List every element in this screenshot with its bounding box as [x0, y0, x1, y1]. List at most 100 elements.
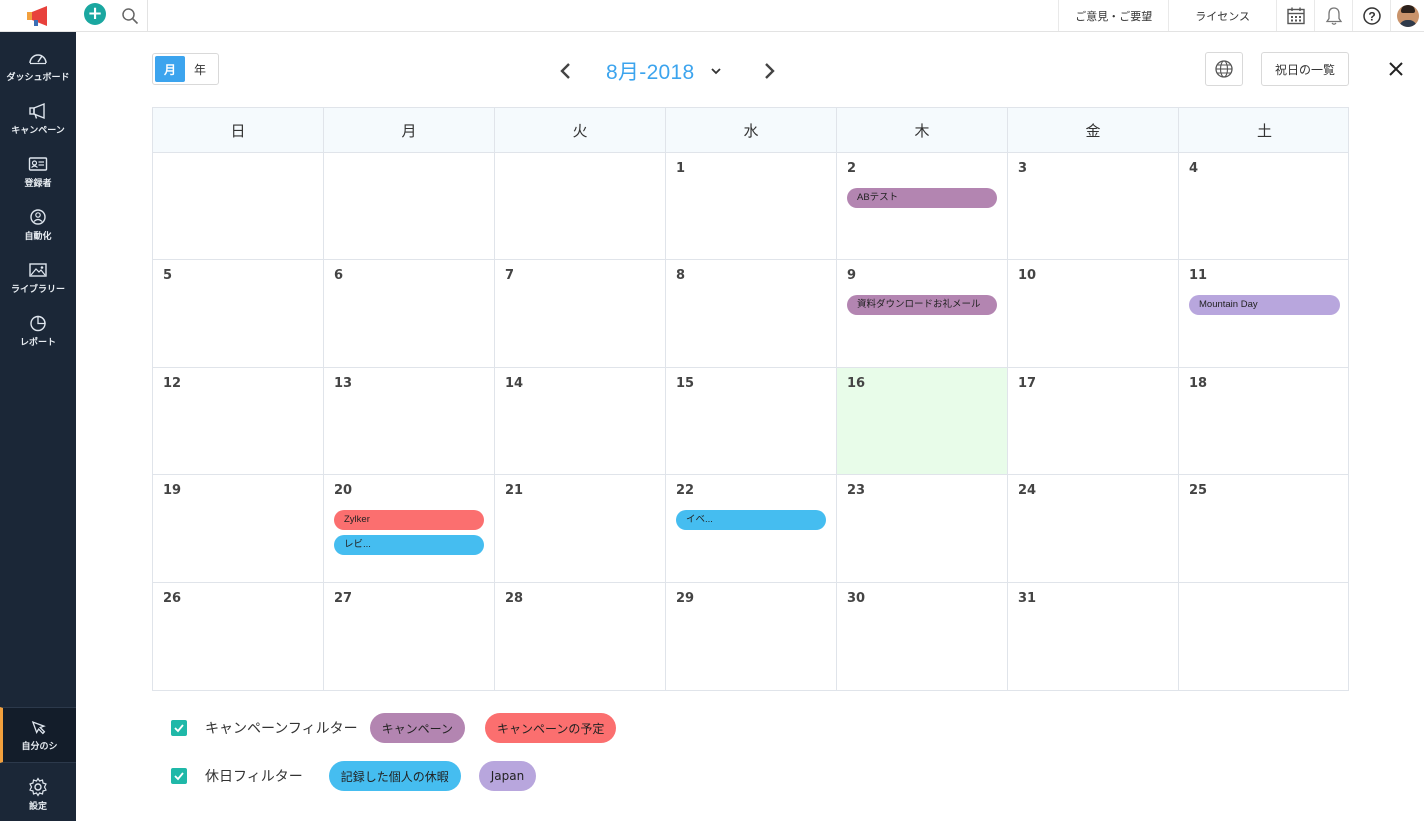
day-number — [334, 161, 484, 179]
holiday-filter-row: 休日フィルター 記録した個人の休暇 Japan — [171, 760, 552, 792]
month-calendar: 日 月 火 水 木 金 土 1 2 ABテスト 3 4 5 6 7 8 9 資料ダウンロードお礼メー… — [152, 107, 1349, 691]
day-number: 16 — [847, 375, 866, 391]
calendar-day-cell[interactable]: 8 — [666, 260, 837, 367]
day-number: 10 — [1018, 268, 1037, 284]
calendar-day-cell[interactable]: 14 — [495, 367, 666, 475]
calendar-day-cell[interactable]: 30 — [837, 582, 1008, 690]
next-month-button[interactable] — [760, 58, 780, 84]
timezone-button[interactable] — [1205, 52, 1243, 86]
sidebar-item-my-shortcuts[interactable]: 自分のシ — [0, 707, 76, 763]
globe-icon — [1215, 60, 1233, 78]
calendar-day-cell[interactable]: 3 — [1008, 153, 1179, 260]
calendar-day-cell[interactable]: 9 資料ダウンロードお礼メール — [837, 260, 1008, 367]
calendar-day-cell[interactable]: 19 — [153, 475, 324, 582]
sidebar-item-automation[interactable]: 自動化 — [0, 199, 76, 251]
weekday-label: 木 — [837, 108, 1008, 152]
calendar-day-cell[interactable]: 15 — [666, 367, 837, 475]
close-button[interactable] — [1385, 58, 1407, 80]
day-number: 8 — [676, 268, 686, 284]
calendar-event[interactable]: イベ... — [676, 510, 826, 531]
campaign-scheduled-filter-tag[interactable]: キャンペーンの予定 — [485, 713, 617, 743]
calendar-day-cell[interactable]: 25 — [1179, 475, 1350, 581]
calendar-day-cell[interactable]: 24 — [1008, 475, 1179, 582]
weekday-label: 月 — [324, 108, 495, 152]
day-number: 11 — [1189, 268, 1208, 284]
day-number: 14 — [505, 375, 524, 391]
megaphone-logo-icon — [27, 5, 47, 26]
sidebar-item-reports[interactable]: レポート — [0, 305, 76, 357]
calendar-day-cell[interactable] — [324, 153, 495, 260]
sidebar-item-label: 設定 — [28, 802, 47, 812]
close-icon — [1389, 62, 1403, 76]
holiday-list-button[interactable]: 祝日の一覧 — [1261, 52, 1349, 86]
create-new-button[interactable]: + — [84, 3, 106, 25]
day-number: 25 — [1189, 483, 1208, 499]
sidebar-item-campaigns[interactable]: キャンペーン — [0, 93, 76, 145]
month-title[interactable]: 8月-2018 — [606, 56, 695, 86]
calendar-day-cell[interactable]: 23 — [837, 475, 1008, 582]
image-icon — [29, 263, 47, 277]
calendar-day-cell[interactable]: 21 — [495, 475, 666, 582]
calendar-day-cell[interactable] — [153, 153, 324, 260]
holiday-filter-checkbox[interactable] — [171, 768, 187, 784]
campaign-filter-tag[interactable]: キャンペーン — [369, 713, 466, 743]
calendar-week-row: 1 2 ABテスト 3 4 — [153, 153, 1350, 261]
calendar-event[interactable]: Mountain Day — [1189, 295, 1340, 316]
calendar-day-cell-today[interactable]: 16 — [837, 367, 1008, 475]
campaign-filter-row: キャンペーンフィルター キャンペーン キャンペーンの予定 — [171, 712, 632, 744]
calendar-day-cell[interactable]: 17 — [1008, 367, 1179, 475]
month-picker-toggle[interactable] — [708, 63, 724, 79]
pointer-icon — [31, 721, 46, 735]
calendar-day-cell[interactable]: 13 — [324, 367, 495, 475]
search-icon — [121, 7, 138, 24]
calendar-event[interactable]: Zylker — [334, 510, 484, 531]
app-logo[interactable] — [0, 0, 76, 31]
user-avatar-button[interactable] — [1390, 0, 1424, 31]
day-number: 22 — [676, 483, 695, 499]
personal-leave-filter-tag[interactable]: 記録した個人の休暇 — [328, 761, 461, 791]
sidebar-item-dashboard[interactable]: ダッシュボード — [0, 40, 76, 92]
calendar-day-cell[interactable]: 31 — [1008, 582, 1179, 690]
calendar-day-cell[interactable]: 5 — [153, 260, 324, 367]
notifications-button[interactable] — [1314, 0, 1352, 31]
calendar-event[interactable]: 資料ダウンロードお礼メール — [847, 295, 997, 316]
calendar-day-cell[interactable]: 12 — [153, 367, 324, 475]
calendar-day-cell[interactable]: 28 — [495, 582, 666, 690]
calendar-week-row: 19 20 Zylker レビ... 21 22 イベ... 23 24 25 — [153, 475, 1350, 583]
day-number: 29 — [676, 590, 695, 606]
calendar-day-cell[interactable]: 29 — [666, 582, 837, 690]
prev-month-button[interactable] — [555, 58, 575, 84]
calendar-button[interactable] — [1276, 0, 1314, 31]
help-button[interactable]: ? — [1352, 0, 1390, 31]
sidebar-item-settings[interactable]: 設定 — [0, 769, 76, 821]
weekday-label: 土 — [1256, 121, 1272, 140]
calendar-day-cell[interactable]: 6 — [324, 260, 495, 367]
license-link[interactable]: ライセンス — [1168, 0, 1276, 31]
calendar-day-cell[interactable]: 10 — [1008, 260, 1179, 367]
calendar-day-cell[interactable]: 27 — [324, 582, 495, 690]
calendar-day-cell[interactable]: 7 — [495, 260, 666, 367]
calendar-day-cell[interactable]: 18 — [1179, 368, 1350, 474]
sidebar-item-library[interactable]: ライブラリー — [0, 252, 76, 304]
calendar-day-cell[interactable]: 20 Zylker レビ... — [324, 475, 495, 582]
calendar-day-cell[interactable]: 2 ABテスト — [837, 153, 1008, 260]
calendar-day-cell[interactable] — [495, 153, 666, 260]
checkmark-icon — [174, 724, 184, 733]
japan-holiday-filter-tag[interactable]: Japan — [478, 761, 537, 791]
calendar-event[interactable]: レビ... — [334, 535, 484, 556]
search-button[interactable] — [112, 0, 148, 31]
calendar-day-cell[interactable]: 4 — [1179, 153, 1350, 259]
weekday-label: 金 — [1008, 108, 1179, 152]
calendar-day-cell[interactable]: 22 イベ... — [666, 475, 837, 582]
calendar-day-cell[interactable]: 11 Mountain Day — [1179, 260, 1350, 366]
campaign-filter-checkbox[interactable] — [171, 720, 187, 736]
sidebar-item-label: ライブラリー — [10, 285, 65, 295]
sidebar-item-contacts[interactable]: 登録者 — [0, 146, 76, 198]
calendar-day-cell[interactable] — [1179, 583, 1350, 690]
calendar-event[interactable]: ABテスト — [847, 188, 997, 208]
calendar-day-cell[interactable]: 26 — [153, 582, 324, 690]
view-year-button[interactable]: 年 — [185, 56, 215, 82]
view-month-button[interactable]: 月 — [155, 56, 185, 82]
feedback-link[interactable]: ご意見・ご要望 — [1058, 0, 1168, 31]
calendar-day-cell[interactable]: 1 — [666, 153, 837, 260]
